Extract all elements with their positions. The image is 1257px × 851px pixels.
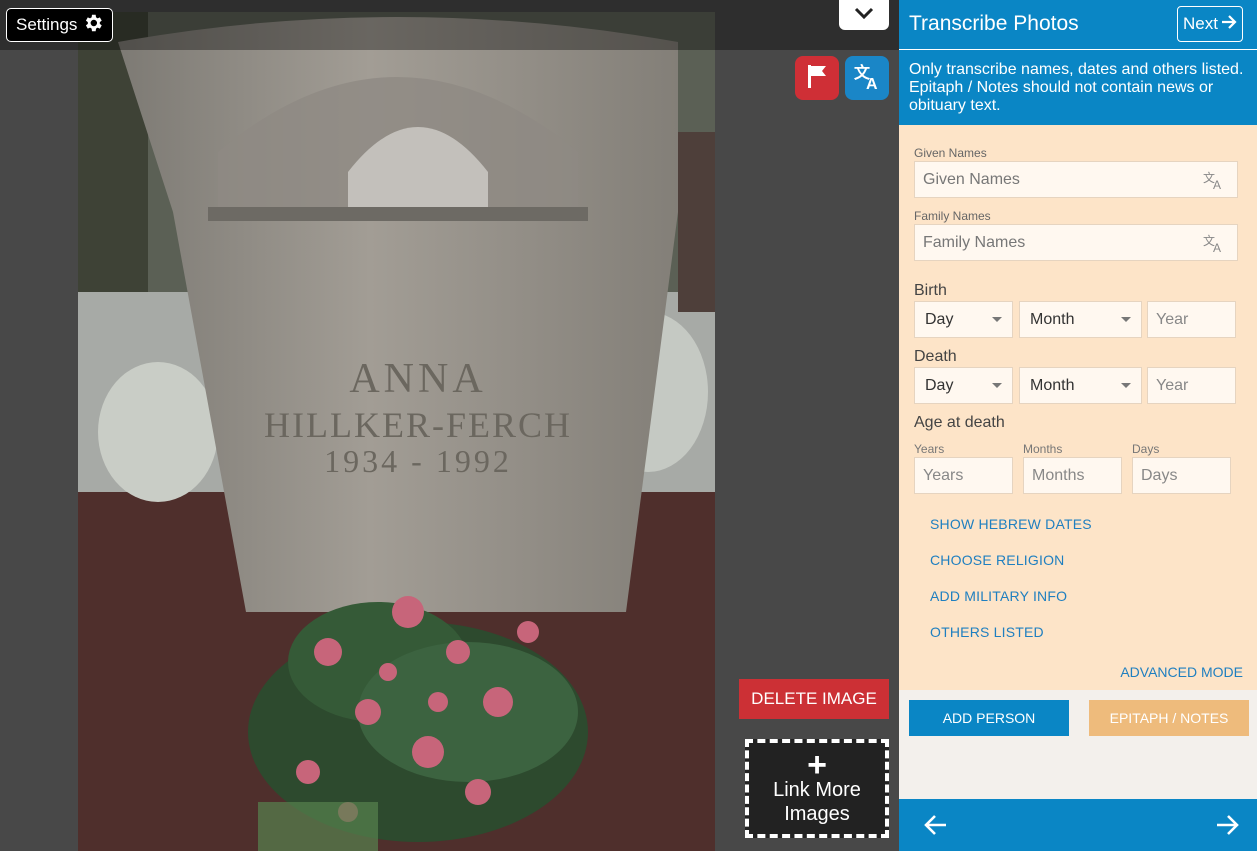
svg-text:A: A bbox=[1213, 178, 1221, 190]
death-day-value: Day bbox=[925, 376, 954, 394]
report-flag-button[interactable] bbox=[795, 56, 839, 100]
settings-button[interactable]: Settings bbox=[6, 8, 114, 42]
transcription-form: Given Names Given Names 文 A Family Names… bbox=[899, 125, 1257, 690]
death-month-select[interactable]: Month bbox=[1019, 367, 1142, 404]
add-military-info-link[interactable]: ADD MILITARY INFO bbox=[930, 588, 1067, 604]
photo-illustration: ANNA HILLKER-FERCH 1934 - 1992 bbox=[78, 12, 715, 851]
birth-label: Birth bbox=[914, 282, 947, 299]
given-names-label: Given Names bbox=[914, 146, 987, 160]
age-months-placeholder: Months bbox=[1032, 466, 1085, 484]
gravestone-photo: ANNA HILLKER-FERCH 1934 - 1992 bbox=[78, 12, 715, 851]
birth-year-input[interactable]: Year bbox=[1147, 301, 1236, 338]
svg-text:A: A bbox=[866, 76, 878, 91]
family-names-input[interactable]: Family Names 文 A bbox=[914, 224, 1238, 261]
birth-month-select[interactable]: Month bbox=[1019, 301, 1142, 338]
add-person-button[interactable]: ADD PERSON bbox=[909, 700, 1069, 736]
death-year-input[interactable]: Year bbox=[1147, 367, 1236, 404]
inscription-years: 1934 - 1992 bbox=[324, 443, 512, 479]
translate-button[interactable]: 文 A bbox=[845, 56, 889, 100]
translate-icon[interactable]: 文 A bbox=[1203, 170, 1225, 195]
caret-down-icon bbox=[992, 317, 1002, 322]
svg-text:A: A bbox=[1213, 241, 1221, 253]
death-label: Death bbox=[914, 348, 957, 365]
inscription-surname: HILLKER-FERCH bbox=[264, 405, 572, 445]
panel-footer bbox=[899, 799, 1257, 851]
epitaph-notes-button[interactable]: EPITAPH / NOTES bbox=[1089, 700, 1249, 736]
age-months-label: Months bbox=[1023, 442, 1063, 456]
flag-icon bbox=[805, 63, 829, 94]
birth-day-select[interactable]: Day bbox=[914, 301, 1013, 338]
age-months-input[interactable]: Months bbox=[1023, 457, 1122, 494]
given-names-placeholder: Given Names bbox=[923, 170, 1020, 188]
age-years-placeholder: Years bbox=[923, 466, 964, 484]
age-at-death-label: Age at death bbox=[914, 414, 1005, 431]
settings-label: Settings bbox=[16, 15, 78, 34]
death-month-value: Month bbox=[1030, 376, 1075, 394]
given-names-input[interactable]: Given Names 文 A bbox=[914, 161, 1238, 198]
inscription-name: ANNA bbox=[349, 356, 486, 402]
chevron-down-icon bbox=[854, 6, 874, 24]
viewer-top-bar bbox=[0, 0, 899, 50]
caret-down-icon bbox=[1121, 317, 1131, 322]
others-listed-link[interactable]: OTHERS LISTED bbox=[930, 624, 1044, 640]
birth-day-value: Day bbox=[925, 310, 954, 328]
age-days-placeholder: Days bbox=[1141, 466, 1178, 484]
plus-icon: + bbox=[807, 745, 827, 784]
arrow-left-icon[interactable] bbox=[924, 813, 948, 842]
caret-down-icon bbox=[1121, 383, 1131, 388]
link-more-label: Link More Images bbox=[773, 778, 861, 825]
link-more-images-button[interactable]: + Link More Images bbox=[745, 739, 889, 838]
panel-header: Transcribe Photos Next bbox=[899, 0, 1257, 50]
age-years-label: Years bbox=[914, 442, 945, 456]
death-day-select[interactable]: Day bbox=[914, 367, 1013, 404]
age-days-label: Days bbox=[1132, 442, 1160, 456]
death-year-placeholder: Year bbox=[1156, 376, 1189, 394]
age-years-input[interactable]: Years bbox=[914, 457, 1013, 494]
translate-icon[interactable]: 文 A bbox=[1203, 233, 1225, 258]
arrow-right-icon[interactable] bbox=[1215, 813, 1239, 842]
choose-religion-link[interactable]: CHOOSE RELIGION bbox=[930, 552, 1064, 568]
birth-month-value: Month bbox=[1030, 310, 1075, 328]
translate-icon: 文 A bbox=[852, 61, 882, 96]
show-hebrew-dates-link[interactable]: SHOW HEBREW DATES bbox=[930, 516, 1092, 532]
next-label: Next bbox=[1183, 14, 1218, 33]
caret-down-icon bbox=[992, 383, 1002, 388]
gear-icon bbox=[82, 12, 104, 39]
transcribe-panel: Transcribe Photos Next Only transcribe n… bbox=[899, 0, 1257, 851]
age-days-input[interactable]: Days bbox=[1132, 457, 1231, 494]
delete-image-button[interactable]: DELETE IMAGE bbox=[739, 679, 889, 719]
advanced-mode-link[interactable]: ADVANCED MODE bbox=[1120, 664, 1243, 680]
arrow-right-icon bbox=[1221, 14, 1237, 35]
family-names-label: Family Names bbox=[914, 209, 991, 223]
image-viewer: ANNA HILLKER-FERCH 1934 - 1992 Settings bbox=[0, 0, 899, 851]
instructions-notice: Only transcribe names, dates and others … bbox=[899, 50, 1257, 125]
collapse-toggle-button[interactable] bbox=[839, 0, 889, 30]
family-names-placeholder: Family Names bbox=[923, 233, 1026, 251]
birth-year-placeholder: Year bbox=[1156, 310, 1189, 328]
panel-title: Transcribe Photos bbox=[909, 12, 1079, 35]
next-button[interactable]: Next bbox=[1177, 6, 1243, 42]
